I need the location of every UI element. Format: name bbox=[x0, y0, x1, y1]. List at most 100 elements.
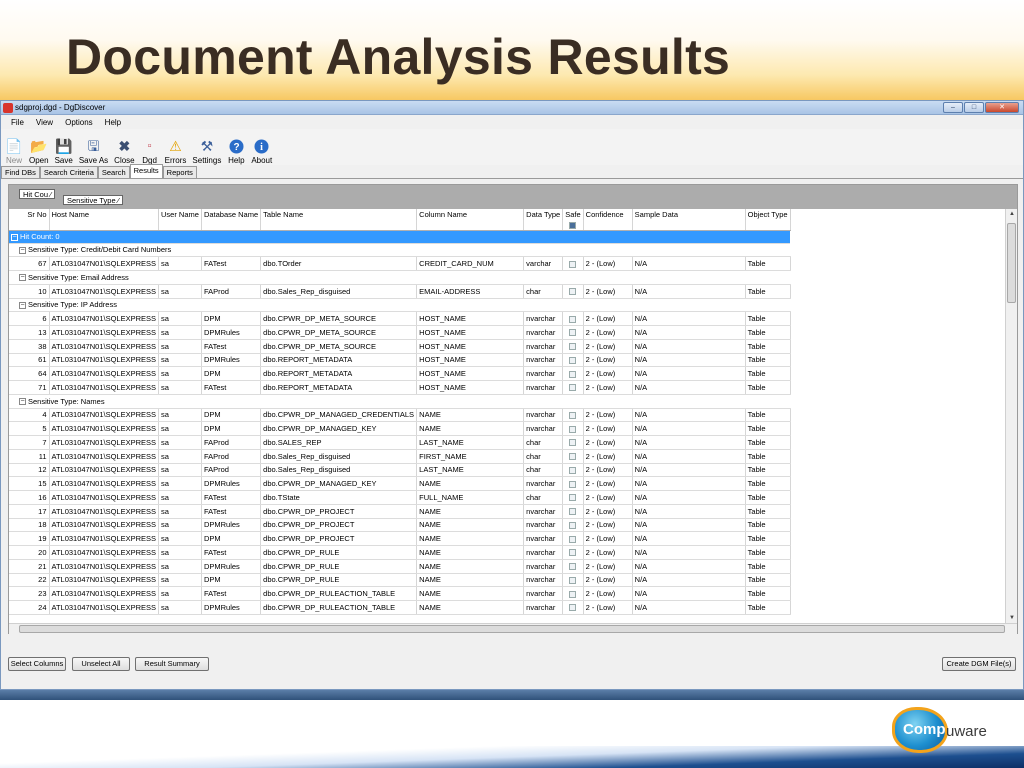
col-header-safe[interactable]: Safe bbox=[562, 209, 584, 220]
table-row[interactable]: 61 ATL031047N01\SQLEXPRESS sa DPMRules dbo.R… bbox=[9, 353, 791, 368]
table-row[interactable]: 6 ATL031047N01\SQLEXPRESS sa DPM dbo.CPWR_DP… bbox=[9, 311, 791, 326]
safe-checkbox[interactable] bbox=[569, 590, 577, 598]
col-header-database-name[interactable]: Database Name bbox=[201, 209, 262, 220]
table-row[interactable]: 20 ATL031047N01\SQLEXPRESS sa FATest dbo.CPW… bbox=[9, 545, 791, 560]
menu-help[interactable]: Help bbox=[99, 118, 127, 127]
select-columns-button[interactable]: Select Columns bbox=[8, 657, 66, 671]
safe-checkbox[interactable] bbox=[569, 453, 577, 461]
menu-file[interactable]: File bbox=[5, 118, 30, 127]
safe-checkbox[interactable] bbox=[569, 480, 577, 488]
safe-checkbox[interactable] bbox=[569, 549, 577, 557]
col-header-host-name[interactable]: Host Name bbox=[49, 209, 160, 220]
table-row[interactable]: 4 ATL031047N01\SQLEXPRESS sa DPM dbo.CPWR_DP… bbox=[9, 408, 791, 423]
close-button[interactable]: ✖ Close bbox=[112, 138, 136, 165]
safe-select-all-checkbox[interactable] bbox=[569, 221, 577, 229]
collapse-icon[interactable]: − bbox=[19, 246, 26, 254]
safe-checkbox[interactable] bbox=[569, 425, 577, 433]
group-chip-hit-count[interactable]: Hit Cou ⁄ bbox=[19, 189, 56, 199]
title-bar[interactable]: sdgproj.dgd - DgDiscover – □ ✕ bbox=[1, 101, 1023, 115]
safe-checkbox[interactable] bbox=[569, 370, 577, 378]
safe-checkbox[interactable] bbox=[569, 563, 577, 571]
collapse-icon[interactable]: − bbox=[11, 233, 18, 241]
new-button[interactable]: 📄 New bbox=[3, 138, 25, 165]
table-row[interactable]: 22 ATL031047N01\SQLEXPRESS sa DPM dbo.CPWR_D… bbox=[9, 573, 791, 588]
tab-search[interactable]: Search bbox=[97, 166, 130, 178]
vertical-scroll-thumb[interactable] bbox=[1007, 223, 1016, 303]
tab-search-criteria[interactable]: Search Criteria bbox=[39, 166, 98, 178]
table-row[interactable]: 11 ATL031047N01\SQLEXPRESS sa FAProd dbo.Sal… bbox=[9, 449, 791, 464]
col-header-data-type[interactable]: Data Type bbox=[523, 209, 564, 220]
table-row[interactable]: 64 ATL031047N01\SQLEXPRESS sa DPM dbo.REPORT… bbox=[9, 366, 791, 381]
open-button[interactable]: 📂 Open bbox=[27, 138, 51, 165]
close-window-button[interactable]: ✕ bbox=[985, 102, 1019, 113]
collapse-icon[interactable]: − bbox=[19, 398, 26, 406]
safe-checkbox[interactable] bbox=[569, 384, 577, 392]
minimize-button[interactable]: – bbox=[943, 102, 963, 113]
group-row-sensitive-type[interactable]: − Sensitive Type: IP Address bbox=[9, 298, 791, 313]
scroll-up-arrow-icon[interactable]: ▲ bbox=[1006, 209, 1018, 219]
table-row[interactable]: 19 ATL031047N01\SQLEXPRESS sa DPM dbo.CPWR_D… bbox=[9, 531, 791, 546]
table-row[interactable]: 15 ATL031047N01\SQLEXPRESS sa DPMRules dbo.C… bbox=[9, 476, 791, 491]
safe-checkbox[interactable] bbox=[569, 260, 577, 268]
menu-options[interactable]: Options bbox=[59, 118, 99, 127]
result-summary-button[interactable]: Result Summary bbox=[135, 657, 209, 671]
help-button[interactable]: ? Help bbox=[225, 138, 247, 165]
safe-checkbox[interactable] bbox=[569, 343, 577, 351]
table-row[interactable]: 71 ATL031047N01\SQLEXPRESS sa FATest dbo.REP… bbox=[9, 380, 791, 395]
col-header-object-type[interactable]: Object Type bbox=[745, 209, 791, 220]
maximize-button[interactable]: □ bbox=[964, 102, 984, 113]
safe-checkbox[interactable] bbox=[569, 356, 577, 364]
col-header-column-name[interactable]: Column Name bbox=[416, 209, 525, 220]
safe-checkbox[interactable] bbox=[569, 315, 577, 323]
save-button[interactable]: 💾 Save bbox=[53, 138, 75, 165]
group-by-area[interactable]: Hit Cou ⁄ Sensitive Type ⁄ bbox=[9, 185, 1017, 209]
safe-checkbox[interactable] bbox=[569, 288, 577, 296]
group-row-sensitive-type[interactable]: − Sensitive Type: Credit/Debit Card Numbe… bbox=[9, 243, 791, 258]
table-row[interactable]: 12 ATL031047N01\SQLEXPRESS sa FAProd dbo.Sal… bbox=[9, 463, 791, 478]
safe-checkbox[interactable] bbox=[569, 439, 577, 447]
table-row[interactable]: 13 ATL031047N01\SQLEXPRESS sa DPMRules dbo.C… bbox=[9, 325, 791, 340]
safe-checkbox[interactable] bbox=[569, 329, 577, 337]
col-header-confidence[interactable]: Confidence bbox=[583, 209, 633, 220]
table-row[interactable]: 67 ATL031047N01\SQLEXPRESS sa FATest dbo.TOr… bbox=[9, 256, 791, 271]
collapse-icon[interactable]: − bbox=[19, 274, 26, 282]
horizontal-scroll-thumb[interactable] bbox=[19, 625, 1005, 633]
safe-checkbox[interactable] bbox=[569, 604, 577, 612]
safe-checkbox[interactable] bbox=[569, 508, 577, 516]
col-header-user-name[interactable]: User Name bbox=[158, 209, 202, 220]
table-row[interactable]: 16 ATL031047N01\SQLEXPRESS sa FATest dbo.TSt… bbox=[9, 490, 791, 505]
unselect-all-button[interactable]: Unselect All bbox=[72, 657, 130, 671]
safe-checkbox[interactable] bbox=[569, 411, 577, 419]
scroll-down-arrow-icon[interactable]: ▼ bbox=[1006, 613, 1018, 623]
tab-results[interactable]: Results bbox=[129, 164, 163, 178]
table-row[interactable]: 18 ATL031047N01\SQLEXPRESS sa DPMRules dbo.C… bbox=[9, 518, 791, 533]
safe-checkbox[interactable] bbox=[569, 535, 577, 543]
tab-reports[interactable]: Reports bbox=[162, 166, 197, 178]
dgd-button[interactable]: ▫ Dgd bbox=[139, 138, 161, 165]
table-row[interactable]: 17 ATL031047N01\SQLEXPRESS sa FATest dbo.CPW… bbox=[9, 504, 791, 519]
safe-checkbox[interactable] bbox=[569, 576, 577, 584]
group-row-sensitive-type[interactable]: − Sensitive Type: Names bbox=[9, 394, 791, 409]
menu-view[interactable]: View bbox=[30, 118, 59, 127]
table-row[interactable]: 10 ATL031047N01\SQLEXPRESS sa FAProd dbo.Sal… bbox=[9, 284, 791, 299]
errors-button[interactable]: ⚠ Errors bbox=[163, 138, 189, 165]
table-row[interactable]: 21 ATL031047N01\SQLEXPRESS sa DPMRules dbo.C… bbox=[9, 559, 791, 574]
safe-checkbox[interactable] bbox=[569, 466, 577, 474]
about-button[interactable]: i About bbox=[249, 138, 274, 165]
table-row[interactable]: 24 ATL031047N01\SQLEXPRESS sa DPMRules dbo.C… bbox=[9, 600, 791, 615]
table-row[interactable]: 7 ATL031047N01\SQLEXPRESS sa FAProd dbo.SALE… bbox=[9, 435, 791, 450]
col-header-sample-data[interactable]: Sample Data bbox=[632, 209, 746, 220]
tab-find-dbs[interactable]: Find DBs bbox=[1, 166, 40, 178]
table-row[interactable]: 38 ATL031047N01\SQLEXPRESS sa FATest dbo.CPW… bbox=[9, 339, 791, 354]
table-row[interactable]: 23 ATL031047N01\SQLEXPRESS sa FATest dbo.CPW… bbox=[9, 586, 791, 601]
collapse-icon[interactable]: − bbox=[19, 301, 26, 309]
group-row-sensitive-type[interactable]: − Sensitive Type: Email Address bbox=[9, 270, 791, 285]
save-as-button[interactable]: 🖫 Save As bbox=[77, 138, 110, 165]
vertical-scrollbar[interactable]: ▲ ▼ bbox=[1005, 209, 1017, 623]
horizontal-scrollbar[interactable] bbox=[9, 623, 1017, 634]
col-header-sr-no[interactable]: Sr No bbox=[9, 209, 50, 220]
create-dgm-files-button[interactable]: Create DGM File(s) bbox=[942, 657, 1016, 671]
col-header-table-name[interactable]: Table Name bbox=[260, 209, 418, 220]
group-row-hit-count[interactable]: − Hit Count: 0 bbox=[9, 230, 791, 244]
table-row[interactable]: 5 ATL031047N01\SQLEXPRESS sa DPM dbo.CPWR_DP… bbox=[9, 421, 791, 436]
